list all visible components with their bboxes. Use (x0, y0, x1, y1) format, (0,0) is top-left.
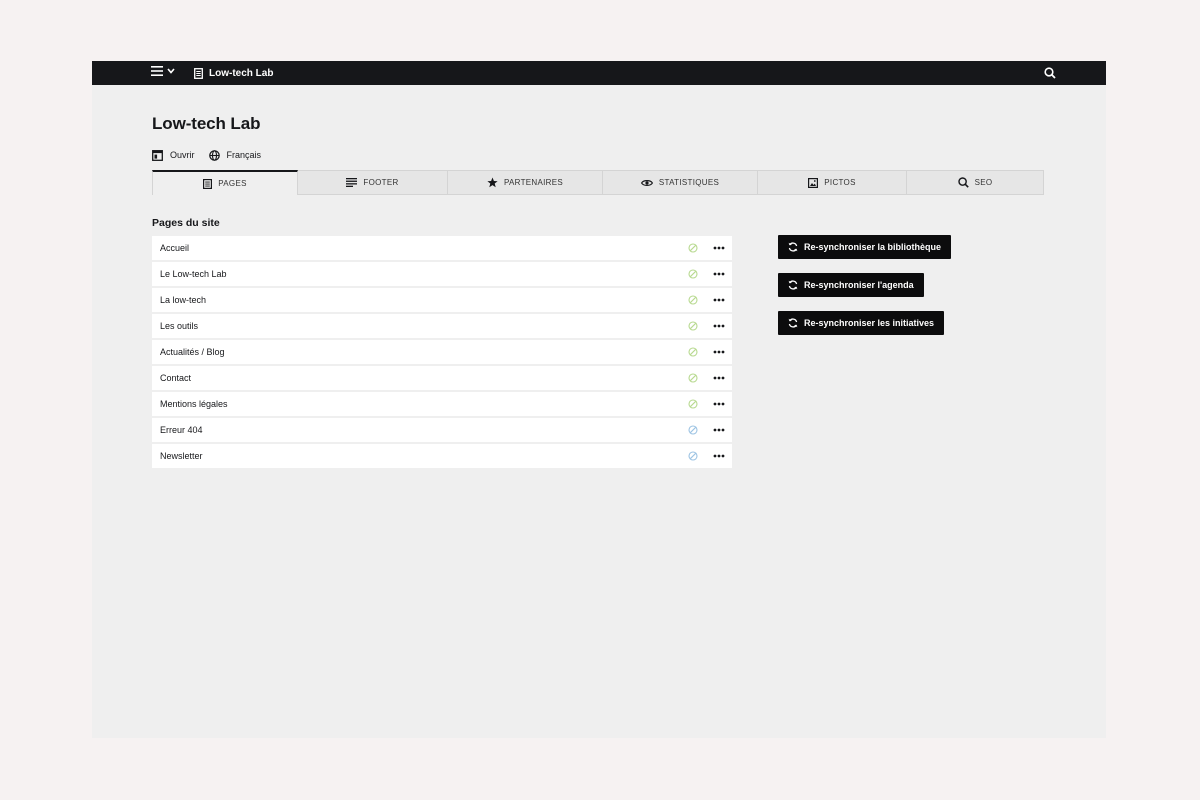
status-icon (688, 399, 698, 409)
page-label: Accueil (160, 243, 190, 253)
sync-actions: Re-synchroniser la bibliothèque Re-synch… (778, 235, 958, 349)
sync-agenda-label: Re-synchroniser l'agenda (804, 280, 914, 290)
page-label: Le Low-tech Lab (160, 269, 227, 279)
language-selector[interactable]: Français (208, 149, 262, 161)
page-row[interactable]: La low-tech (152, 288, 732, 312)
header-meta: Ouvrir Français (152, 147, 1044, 163)
tab-label: FOOTER (363, 178, 399, 187)
section-title: Pages du site (152, 217, 220, 229)
menu-button[interactable] (151, 66, 175, 76)
page-icon (203, 178, 213, 189)
sync-agenda-button[interactable]: Re-synchroniser l'agenda (778, 273, 924, 297)
tab-footer[interactable]: FOOTER (298, 171, 448, 195)
sync-initiatives-button[interactable]: Re-synchroniser les initiatives (778, 311, 945, 335)
page-icon (194, 67, 203, 79)
page-row[interactable]: Erreur 404 (152, 418, 732, 442)
search-icon (957, 177, 969, 188)
status-icon (688, 243, 698, 253)
page-row[interactable]: Actualités / Blog (152, 340, 732, 364)
eye-icon (640, 179, 653, 187)
page-row[interactable]: Contact (152, 366, 732, 390)
tab-label: PAGES (218, 179, 247, 188)
tab-seo[interactable]: SEO (907, 171, 1044, 195)
more-options-icon[interactable] (713, 451, 725, 461)
tab-bar: PAGES FOOTER PARTENAIRES STATISTIQUES PI… (152, 170, 1044, 195)
page-label: Les outils (160, 321, 199, 331)
site-link[interactable]: Low-tech Lab (194, 61, 273, 85)
page-label: Newsletter (160, 451, 203, 461)
tab-label: PARTENAIRES (503, 178, 564, 187)
topbar: Low-tech Lab (92, 61, 1106, 85)
status-icon (688, 373, 698, 383)
main-content: Low-tech Lab Ouvrir Français PAGES FOOTE… (152, 85, 1044, 470)
pages-list: Accueil Le Low-tech Lab La low-tech Les out… (152, 236, 732, 468)
page-label: Actualités / Blog (160, 347, 225, 357)
page-label: Erreur 404 (160, 425, 203, 435)
image-icon (808, 177, 819, 188)
status-icon (688, 269, 698, 279)
page-row[interactable]: Le Low-tech Lab (152, 262, 732, 286)
sync-library-label: Re-synchroniser la bibliothèque (804, 242, 942, 252)
star-icon (487, 177, 498, 188)
status-icon (688, 451, 698, 461)
refresh-icon (788, 242, 798, 252)
more-options-icon[interactable] (713, 425, 725, 435)
lines-icon (346, 178, 358, 187)
page-title: Low-tech Lab (152, 114, 261, 133)
tab-label: STATISTIQUES (658, 178, 720, 187)
tab-pages[interactable]: PAGES (152, 170, 298, 195)
hamburger-icon (151, 66, 163, 76)
search-button[interactable] (1044, 66, 1056, 84)
chevron-down-icon (167, 68, 175, 74)
sync-library-button[interactable]: Re-synchroniser la bibliothèque (778, 235, 952, 259)
tab-partenaires[interactable]: PARTENAIRES (448, 171, 603, 195)
open-link[interactable]: Ouvrir (152, 149, 195, 161)
page-row[interactable]: Les outils (152, 314, 732, 338)
more-options-icon[interactable] (713, 347, 725, 357)
more-options-icon[interactable] (713, 399, 725, 409)
open-label: Ouvrir (170, 150, 195, 160)
panel-window: Low-tech Lab Low-tech Lab Ouvrir Françai… (92, 61, 1106, 738)
page-row[interactable]: Newsletter (152, 444, 732, 468)
more-options-icon[interactable] (713, 321, 725, 331)
page-label: Contact (160, 373, 192, 383)
refresh-icon (788, 318, 798, 328)
globe-icon (208, 149, 220, 161)
sync-initiatives-label: Re-synchroniser les initiatives (804, 318, 935, 328)
status-icon (688, 321, 698, 331)
tab-label: PICTOS (824, 178, 856, 187)
search-icon (1044, 67, 1056, 79)
language-label: Français (226, 150, 262, 160)
more-options-icon[interactable] (713, 243, 725, 253)
status-icon (688, 347, 698, 357)
more-options-icon[interactable] (713, 373, 725, 383)
more-options-icon[interactable] (713, 295, 725, 305)
tab-pictos[interactable]: PICTOS (758, 171, 907, 195)
open-icon (152, 149, 163, 161)
status-icon (688, 295, 698, 305)
page-label: Mentions légales (160, 399, 228, 409)
tab-statistiques[interactable]: STATISTIQUES (603, 171, 758, 195)
page-label: La low-tech (160, 295, 207, 305)
site-name: Low-tech Lab (209, 67, 274, 79)
page-row[interactable]: Accueil (152, 236, 732, 260)
more-options-icon[interactable] (713, 269, 725, 279)
tab-label: SEO (974, 178, 993, 187)
status-icon (688, 425, 698, 435)
page-row[interactable]: Mentions légales (152, 392, 732, 416)
refresh-icon (788, 280, 798, 290)
